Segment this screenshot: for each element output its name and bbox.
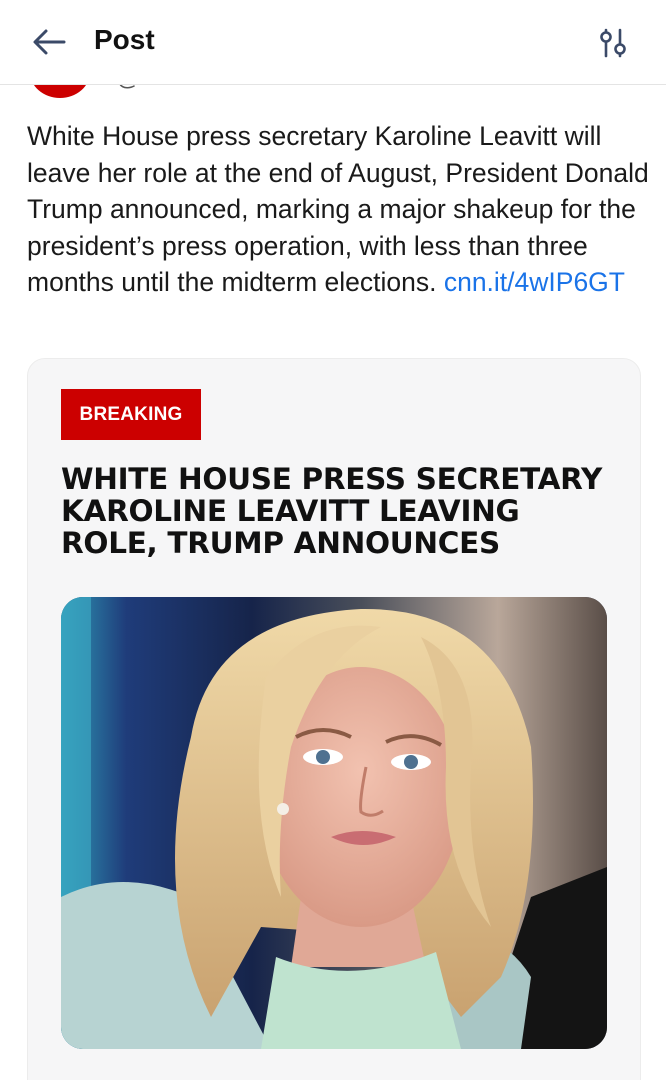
arrow-left-icon (33, 29, 66, 55)
embedded-image-card[interactable]: BREAKING WHITE HOUSE PRESS SECRETARY KAR… (27, 358, 641, 1080)
tune-icon (600, 28, 626, 58)
card-headline: WHITE HOUSE PRESS SECRETARY KAROLINE LEA… (61, 462, 603, 560)
top-bar: Post (0, 0, 666, 85)
page-title: Post (94, 24, 155, 55)
breaking-badge: BREAKING (61, 389, 201, 440)
back-button[interactable] (30, 26, 68, 58)
portrait-photo (61, 597, 607, 1049)
options-button[interactable] (596, 26, 630, 60)
post-body: White House press secretary Karoline Lea… (27, 118, 652, 301)
post-page: Post @cnn.com White House press secretar… (0, 0, 666, 1080)
post-link[interactable]: cnn.it/4wIP6GT (444, 267, 625, 297)
